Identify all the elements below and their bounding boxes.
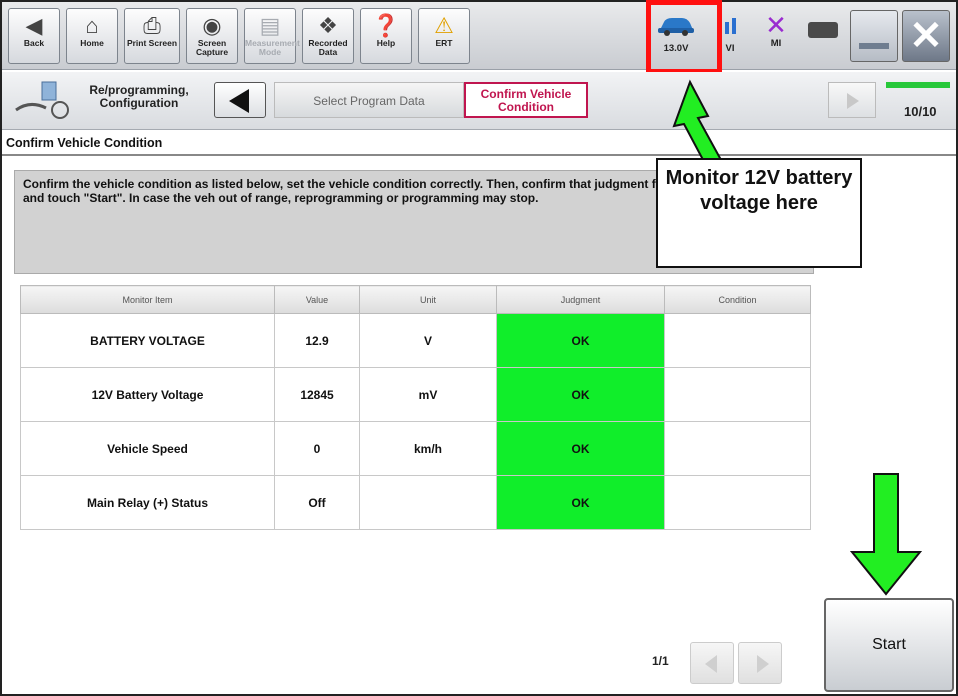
annotation-arrows xyxy=(672,79,923,596)
arrow-down-to-start xyxy=(849,473,923,596)
callout-box: Monitor 12V battery voltage here xyxy=(656,158,862,268)
